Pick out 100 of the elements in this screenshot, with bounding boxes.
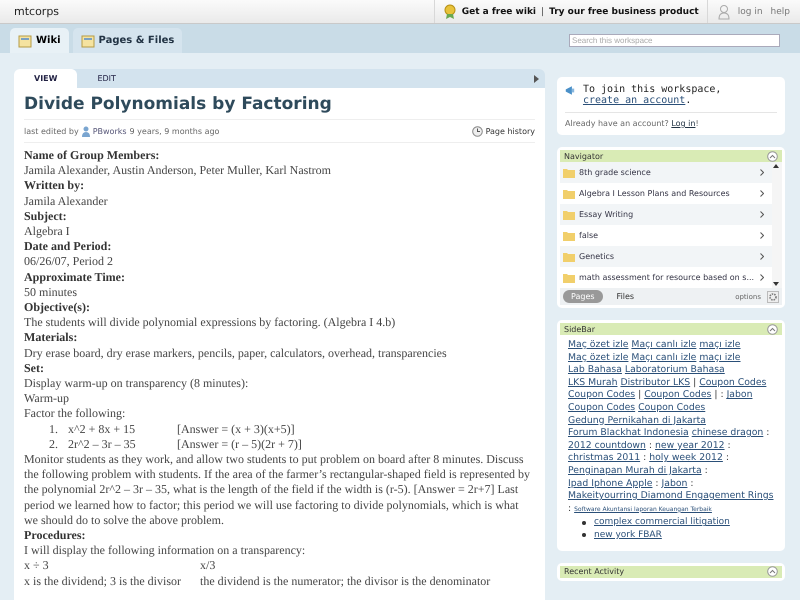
folder-item[interactable]: Essay Writing xyxy=(560,204,772,225)
sidebar-link[interactable]: Coupon Codes xyxy=(638,402,706,413)
sidebar-link[interactable]: Jabon xyxy=(726,389,752,400)
section-heading: Subject: xyxy=(24,208,68,224)
panel-title: Navigator xyxy=(564,152,604,160)
sidebar-link[interactable]: Maçı canlı izle xyxy=(631,352,696,363)
search-field[interactable]: Search this workspace xyxy=(569,34,780,47)
separator: : xyxy=(655,478,659,489)
sidebar-link[interactable]: christmas 2011 xyxy=(568,452,640,464)
edit-time: 9 years, 9 months ago xyxy=(130,127,220,136)
separator: | : xyxy=(714,389,724,400)
collapse-icon[interactable] xyxy=(767,566,778,577)
chevron-right-icon xyxy=(760,232,764,239)
sidebar-link[interactable]: maçı izle xyxy=(699,339,741,350)
section-heading: Written by: xyxy=(24,178,86,194)
login-link[interactable]: Log in xyxy=(671,119,696,128)
sidebar-link[interactable]: Laboratorium Bahasa xyxy=(624,364,725,376)
section-heading: Approximate Time: xyxy=(24,270,126,285)
edit-info: last edited by xyxy=(24,127,79,136)
sidebar-link[interactable]: Lab Bahasa xyxy=(568,364,622,376)
sidebar-link[interactable]: Coupon Codes xyxy=(699,376,766,388)
folder-item[interactable]: Algebra I Lesson Plans and Resources xyxy=(560,183,772,204)
page-history-link[interactable]: Page history xyxy=(486,127,535,136)
sidebar-link[interactable]: 2012 countdown xyxy=(568,440,646,451)
view-tab[interactable]: EDIT xyxy=(77,69,136,88)
award-icon xyxy=(442,4,457,20)
account-link[interactable]: help xyxy=(770,6,790,16)
sidebar-link[interactable]: Maçı canlı izle xyxy=(631,339,696,350)
body-text: Display warm-up on transparency (8 minutes): xyxy=(24,376,250,392)
settings-icon[interactable] xyxy=(767,290,779,302)
sidebar-link[interactable]: new york FBAR xyxy=(594,528,662,542)
sidebar-link[interactable]: Coupon Codes xyxy=(644,389,712,400)
folder-icon xyxy=(563,210,575,220)
sidebar-link[interactable]: LKS Murah xyxy=(568,376,618,388)
separator: : xyxy=(643,452,646,464)
nav-tab[interactable]: Wiki xyxy=(10,28,69,53)
bullet-icon xyxy=(582,533,586,538)
collapse-icon[interactable] xyxy=(767,324,778,334)
body-text: Warm-up xyxy=(24,391,70,406)
expand-arrow-icon[interactable] xyxy=(534,74,539,82)
answer: [Answer = (x + 3)(x+5)] xyxy=(177,422,295,437)
separator: : xyxy=(648,440,652,451)
folder-icon xyxy=(563,272,575,282)
login-prompt: Already have an account? Log in! xyxy=(565,118,700,128)
collapse-icon[interactable] xyxy=(767,150,778,162)
folder-item[interactable]: Genetics xyxy=(560,246,772,267)
folder-icon xyxy=(563,168,575,178)
sidebar-link[interactable]: Distributor LKS xyxy=(620,376,690,388)
sidebar-link[interactable]: holy week 2012 xyxy=(649,452,723,464)
nav-tab[interactable]: Pages & Files xyxy=(72,28,182,53)
promo-link[interactable]: Get a free wiki xyxy=(462,6,536,16)
sidebar-link[interactable]: Coupon Codes xyxy=(568,389,636,400)
expression: 2r^2 – 3r – 35 xyxy=(68,436,137,452)
folder-item[interactable]: 8th grade science xyxy=(560,162,772,183)
sidebar-link[interactable]: Jabon xyxy=(662,478,688,489)
separator: : xyxy=(704,464,708,476)
section-heading: Set: xyxy=(24,360,45,376)
separator: | xyxy=(541,6,544,16)
section-heading: Materials: xyxy=(24,330,78,346)
body-text: The students will divide polynomial expressions by factoring. (Algebra I 4.b) xyxy=(24,315,396,330)
user-link[interactable]: PBworks xyxy=(92,127,127,136)
chevron-right-icon xyxy=(760,253,764,260)
body-text: the dividend is the numerator; the divisor is the denominator xyxy=(200,574,490,589)
promo-link[interactable]: Try our free business product xyxy=(549,6,699,16)
sidebar-link[interactable]: Coupon Codes xyxy=(568,402,636,413)
sidebar-link[interactable]: chinese dragon xyxy=(692,427,764,438)
sidebar-link[interactable]: complex commercial litigation xyxy=(594,516,730,529)
body-text: Factor the following: xyxy=(24,406,126,422)
section-heading: Name of Group Members: xyxy=(24,148,160,164)
view-tab[interactable]: VIEW xyxy=(14,69,78,88)
create-account-link[interactable]: create an account xyxy=(582,95,686,106)
list-number: 2. xyxy=(49,436,59,452)
sidebar-link[interactable]: new year 2012 xyxy=(655,440,725,451)
navigator-tab[interactable]: Files xyxy=(608,290,642,303)
sidebar-link[interactable]: Gedung Pernikahan di Jakarta xyxy=(568,414,706,426)
scrollbar[interactable] xyxy=(772,162,782,288)
chevron-right-icon xyxy=(760,169,764,176)
folder-item[interactable]: false xyxy=(560,225,772,246)
expression: x^2 + 8x + 15 xyxy=(68,422,136,437)
page-title: Divide Polynomials by Factoring xyxy=(24,94,535,120)
bullet-icon xyxy=(582,520,586,525)
section-heading: Date and Period: xyxy=(24,239,112,254)
sidebar-link[interactable]: Penginapan Murah di Jakarta xyxy=(568,464,702,476)
sidebar-link[interactable]: maçı izle xyxy=(699,352,741,363)
account-link[interactable]: log in xyxy=(738,6,763,16)
body-text: 06/26/07, Period 2 xyxy=(24,254,114,270)
answer: [Answer = (r – 5)(2r + 7)] xyxy=(177,436,302,452)
separator: : xyxy=(690,478,694,489)
sidebar-link[interactable]: Maç özet izle xyxy=(568,352,628,363)
sidebar-link[interactable]: Forum Blackhat Indonesia xyxy=(568,427,689,438)
separator: : xyxy=(728,440,731,451)
panel-title: Recent Activity xyxy=(564,567,624,576)
folder-item[interactable]: math assessment for resource based on s... xyxy=(560,267,772,288)
sidebar-link[interactable]: Ipad Iphone Apple xyxy=(568,478,652,489)
clock-icon xyxy=(472,126,483,137)
sidebar-link[interactable]: Makeityourring Diamond Engagement Rings xyxy=(568,490,774,502)
separator: : xyxy=(568,502,572,514)
body-text: Jamila Alexander, Austin Anderson, Peter Muller, Karl Nastrom xyxy=(24,163,332,178)
separator: | xyxy=(693,376,696,388)
sidebar-link[interactable]: Maç özet izle xyxy=(568,339,628,350)
